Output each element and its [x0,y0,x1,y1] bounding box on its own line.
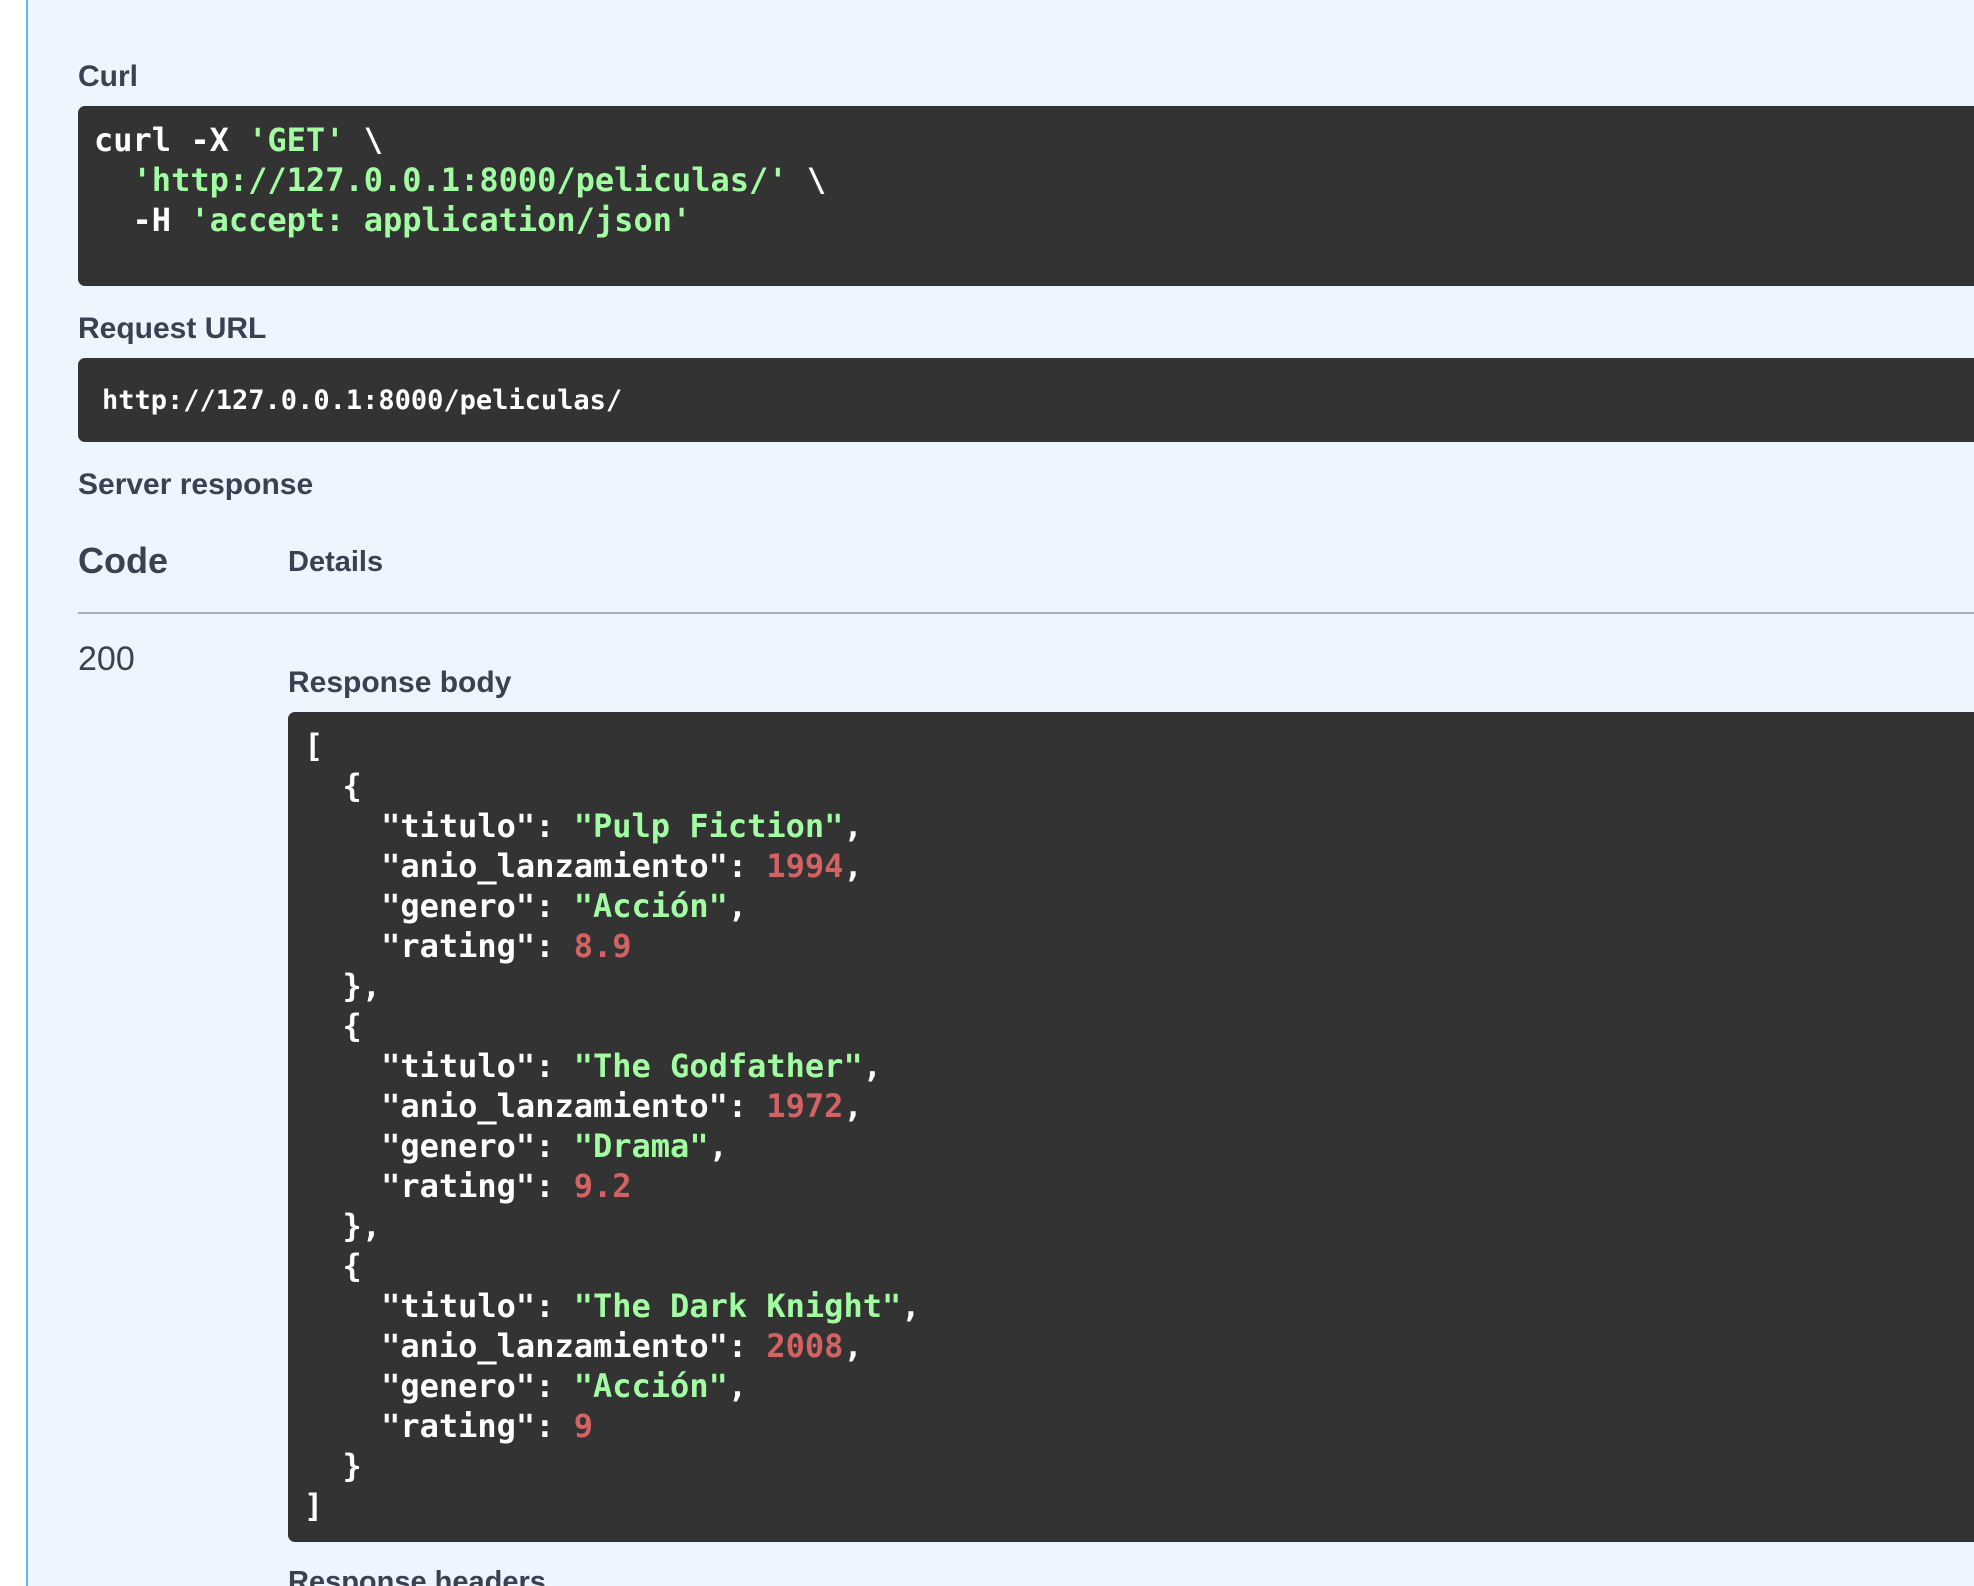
response-headers-label: Response headers [288,1566,546,1586]
code-token: ] [304,1487,324,1525]
json-line: }, [304,966,1974,1006]
curl-line: curl -X 'GET' \ [94,120,1974,160]
operation-left-border [0,0,28,1586]
response-status-code: 200 [78,640,135,678]
code-token: "titulo": [304,1047,574,1085]
server-response-label: Server response [78,468,314,501]
string-token: "Acción" [573,887,728,925]
code-token: "titulo": [304,1287,574,1325]
json-line: "titulo": "The Dark Knight", [304,1286,1974,1326]
code-token: \ [787,161,827,199]
code-token: , [843,1327,863,1365]
json-line: { [304,1006,1974,1046]
code-token: } [304,1447,362,1485]
code-token: , [708,1127,728,1165]
code-token: -H [94,201,191,239]
curl-code-block[interactable]: curl -X 'GET' \ 'http://127.0.0.1:8000/p… [78,106,1974,286]
code-token: , [901,1287,921,1325]
string-token: 'accept: application/json' [190,201,692,239]
number-token: 2008 [766,1327,844,1365]
number-token: 1972 [766,1087,844,1125]
json-line: "rating": 8.9 [304,926,1974,966]
string-token: "Acción" [573,1367,728,1405]
curl-line: 'http://127.0.0.1:8000/peliculas/' \ [94,160,1974,200]
string-token: "The Godfather" [573,1047,863,1085]
string-token: "The Dark Knight" [573,1287,902,1325]
string-token: 'http://127.0.0.1:8000/peliculas/' [132,161,788,199]
json-line: }, [304,1206,1974,1246]
code-token: "genero": [304,1127,574,1165]
code-token: , [843,1087,863,1125]
code-token: "genero": [304,1367,574,1405]
json-line: "anio_lanzamiento": 1994, [304,846,1974,886]
code-token: "rating": [304,1167,574,1205]
code-token: \ [344,121,383,159]
json-line: { [304,766,1974,806]
curl-line: -H 'accept: application/json' [94,200,1974,240]
code-token: { [304,767,362,805]
code-token: , [862,1047,882,1085]
string-token: "Pulp Fiction" [573,807,844,845]
json-line: "genero": "Drama", [304,1126,1974,1166]
request-url-block[interactable]: http://127.0.0.1:8000/peliculas/ [78,358,1974,442]
string-token: 'GET' [248,121,345,159]
json-line: ] [304,1486,1974,1526]
code-token: { [304,1247,362,1285]
number-token: 8.9 [573,927,632,965]
request-url-value[interactable]: http://127.0.0.1:8000/peliculas/ [102,385,622,416]
code-token: , [843,807,863,845]
string-token: "Drama" [573,1127,709,1165]
curl-label: Curl [78,60,138,93]
code-token: , [727,887,748,925]
json-line: "rating": 9 [304,1406,1974,1446]
code-token: }, [304,967,382,1005]
json-line: "anio_lanzamiento": 2008, [304,1326,1974,1366]
json-line: "titulo": "Pulp Fiction", [304,806,1974,846]
number-token: 9.2 [573,1167,632,1205]
swagger-response-panel: Curl curl -X 'GET' \ 'http://127.0.0.1:8… [0,0,1974,1586]
json-line: "genero": "Acción", [304,886,1974,926]
json-line: "titulo": "The Godfather", [304,1046,1974,1086]
number-token: 1994 [766,847,844,885]
code-token: [ [304,727,324,765]
code-token: "anio_lanzamiento": [304,847,767,885]
json-line: "anio_lanzamiento": 1972, [304,1086,1974,1126]
code-token: }, [304,1207,382,1245]
json-line: { [304,1246,1974,1286]
code-token: "genero": [304,887,574,925]
json-line: [ [304,726,1974,766]
code-token: , [727,1367,748,1405]
table-header-divider [78,612,1974,614]
code-token: , [843,847,863,885]
response-body-label: Response body [288,666,512,699]
code-token: "titulo": [304,807,574,845]
json-line: "genero": "Acción", [304,1366,1974,1406]
column-header-details: Details [288,546,384,578]
code-token: "rating": [304,1407,574,1445]
response-body-block[interactable]: [ { "titulo": "Pulp Fiction", "anio_lanz… [288,712,1974,1542]
code-token: "anio_lanzamiento": [304,1327,767,1365]
code-token: "rating": [304,927,574,965]
number-token: 9 [573,1407,593,1445]
json-line: "rating": 9.2 [304,1166,1974,1206]
code-token: "anio_lanzamiento": [304,1087,767,1125]
code-token: curl -X [94,121,249,159]
column-header-code: Code [78,540,168,581]
code-token: { [304,1007,362,1045]
request-url-label: Request URL [78,312,267,345]
json-line: } [304,1446,1974,1486]
